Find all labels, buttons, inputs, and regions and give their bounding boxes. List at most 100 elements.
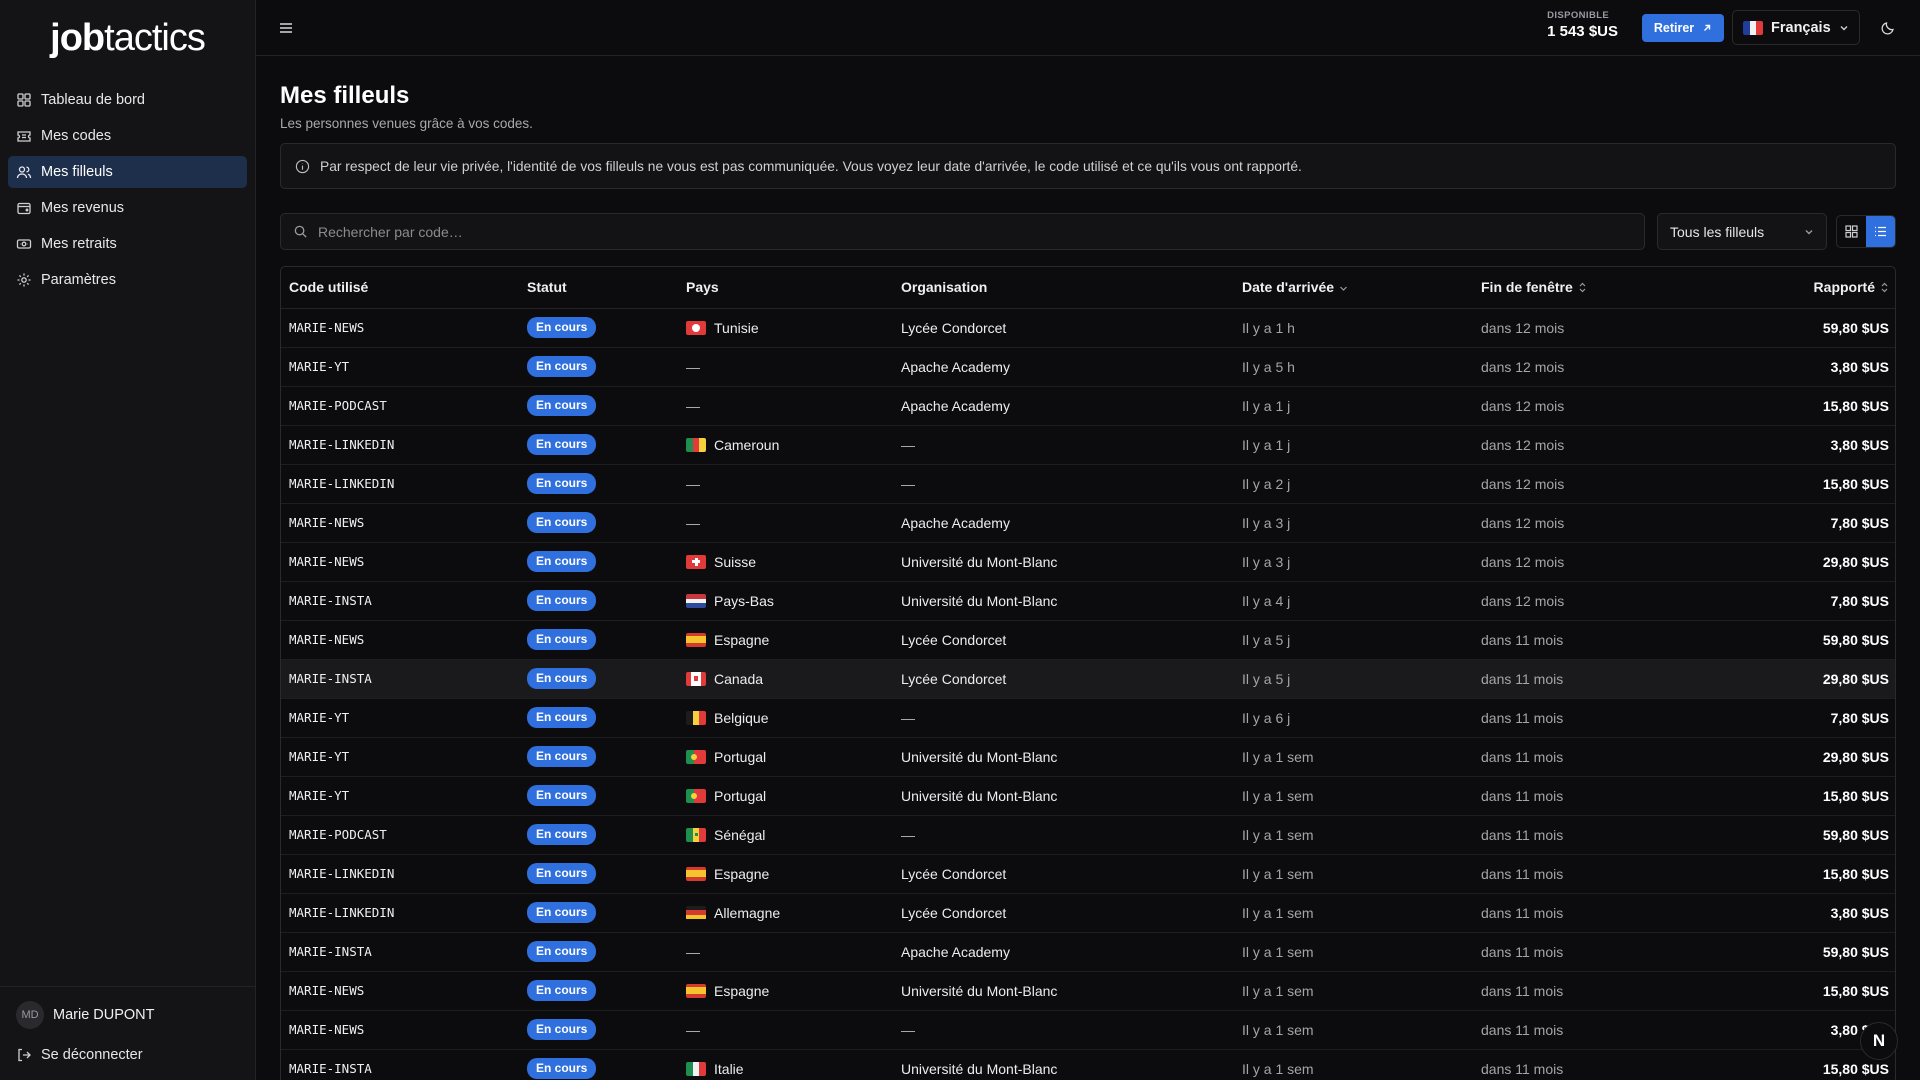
- arrival-cell: Il y a 4 j: [1234, 581, 1473, 621]
- table-row[interactable]: MARIE-LINKEDIN En cours Espagne Lycée Condo…: [281, 854, 1895, 894]
- menu-icon[interactable]: [278, 20, 294, 36]
- table-row[interactable]: MARIE-YT En cours Portugal Université du Mo…: [281, 776, 1895, 816]
- window-end-cell: dans 12 mois: [1473, 347, 1713, 387]
- code-cell: MARIE-NEWS: [281, 308, 519, 348]
- column-header-country: Pays: [678, 267, 893, 309]
- table-row[interactable]: MARIE-PODCAST En cours — Apache Academy Il y…: [281, 386, 1895, 426]
- organisation-name: Lycée Condorcet: [901, 904, 1007, 921]
- balance: DISPONIBLE 1 543 $US: [1547, 10, 1618, 40]
- table-row[interactable]: MARIE-NEWS En cours Tunisie Lycée Condorcet…: [281, 308, 1895, 348]
- referrals-table: Code utilisé Statut Pays Organisation Da…: [280, 266, 1896, 1080]
- search-input[interactable]: [318, 223, 1632, 240]
- list-view-button[interactable]: [1866, 216, 1895, 247]
- code-cell: MARIE-PODCAST: [281, 815, 519, 855]
- country-column: Portugal: [678, 737, 893, 777]
- sidebar-item-revenues[interactable]: Mes revenus: [8, 192, 247, 224]
- window-end-cell: dans 12 mois: [1473, 542, 1713, 582]
- country-name: —: [686, 1021, 700, 1038]
- country-column: Espagne: [678, 971, 893, 1011]
- table-row[interactable]: MARIE-INSTA En cours Canada Lycée Condorcet…: [281, 659, 1895, 699]
- column-header-earned[interactable]: Rapporté: [1713, 267, 1895, 309]
- arrow-up-right-icon: [1704, 24, 1711, 31]
- table-row[interactable]: MARIE-INSTA En cours — Apache Academy Il y a…: [281, 932, 1895, 972]
- assistant-button[interactable]: N: [1860, 1022, 1898, 1060]
- users-icon: [16, 166, 32, 179]
- sidebar-item-referrals[interactable]: Mes filleuls: [8, 156, 247, 188]
- country-name: Sénégal: [714, 826, 766, 843]
- table-row[interactable]: MARIE-NEWS En cours Espagne Lycée Condorcet…: [281, 620, 1895, 660]
- grid-icon: [1845, 225, 1858, 238]
- column-header-window-end[interactable]: Fin de fenêtre: [1473, 267, 1713, 309]
- country-name: Portugal: [714, 748, 767, 765]
- flag-sn-icon: [686, 827, 706, 842]
- table-row[interactable]: MARIE-YT En cours Belgique — Il y a 6 j dans …: [281, 698, 1895, 738]
- language-select[interactable]: Français: [1732, 10, 1860, 45]
- status-cell: En cours: [519, 971, 678, 1011]
- table-row[interactable]: MARIE-NEWS En cours Suisse Université du Mo…: [281, 542, 1895, 582]
- flag-ca-icon: [686, 671, 706, 686]
- wallet-icon: [17, 202, 31, 215]
- column-header-code: Code utilisé: [281, 267, 519, 309]
- country-cell: Allemagne: [686, 905, 885, 921]
- table-row[interactable]: MARIE-PODCAST En cours Sénégal — Il y a 1 se…: [281, 815, 1895, 855]
- privacy-notice-text: Par respect de leur vie privée, l'identi…: [320, 158, 1302, 174]
- table-row[interactable]: MARIE-NEWS En cours — Apache Academy Il y a …: [281, 503, 1895, 543]
- window-end-cell: dans 11 mois: [1473, 737, 1713, 777]
- earned-cell: 29,80 $US: [1713, 737, 1895, 777]
- sidebar-item-dashboard[interactable]: Tableau de bord: [8, 84, 247, 116]
- sidebar-item-withdrawals[interactable]: Mes retraits: [8, 228, 247, 260]
- table-row[interactable]: MARIE-YT En cours — Apache Academy Il y a 5 …: [281, 347, 1895, 387]
- window-end-cell: dans 11 mois: [1473, 932, 1713, 972]
- status-badge: En cours: [527, 551, 597, 572]
- moon-icon[interactable]: [1880, 20, 1896, 36]
- country-name: —: [686, 358, 700, 375]
- flag-es-icon: [686, 983, 706, 998]
- code-cell: MARIE-YT: [281, 776, 519, 816]
- sidebar-item-settings[interactable]: Paramètres: [8, 264, 247, 296]
- table-row[interactable]: MARIE-NEWS En cours Espagne Université du M…: [281, 971, 1895, 1011]
- status-cell: En cours: [519, 737, 678, 777]
- list-icon: [1875, 226, 1886, 237]
- withdraw-button[interactable]: Retirer: [1642, 14, 1724, 42]
- country-name: Belgique: [714, 709, 769, 726]
- logo[interactable]: job tactics: [0, 0, 255, 76]
- table-row[interactable]: MARIE-INSTA En cours Pays-Bas Université du…: [281, 581, 1895, 621]
- code-cell: MARIE-NEWS: [281, 620, 519, 660]
- sidebar-item-codes[interactable]: Mes codes: [8, 120, 247, 152]
- organisation-cell: Lycée Condorcet: [893, 308, 1234, 348]
- country-column: Allemagne: [678, 893, 893, 933]
- user-profile[interactable]: MD Marie DUPONT: [16, 1001, 242, 1029]
- balance-value: 1 543 $US: [1547, 23, 1618, 40]
- referral-filter-select[interactable]: Tous les filleuls: [1657, 213, 1827, 250]
- organisation-cell: Université du Mont-Blanc: [893, 737, 1234, 777]
- window-end-cell: dans 11 mois: [1473, 698, 1713, 738]
- grid-view-button[interactable]: [1837, 216, 1866, 247]
- arrival-cell: Il y a 1 j: [1234, 386, 1473, 426]
- country-column: Sénégal: [678, 815, 893, 855]
- country-name: —: [686, 475, 700, 492]
- country-name: —: [686, 943, 700, 960]
- table-row[interactable]: MARIE-NEWS En cours — — Il y a 1 sem dans 11 …: [281, 1010, 1895, 1050]
- table-row[interactable]: MARIE-YT En cours Portugal Université du Mo…: [281, 737, 1895, 777]
- column-header-arrival-date[interactable]: Date d'arrivée: [1234, 267, 1473, 309]
- table-row[interactable]: MARIE-INSTA En cours Italie Université du M…: [281, 1049, 1895, 1080]
- flag-nl-icon: [686, 593, 706, 608]
- window-end-cell: dans 11 mois: [1473, 776, 1713, 816]
- earned-cell: 3,80 $US: [1713, 425, 1895, 465]
- table-row[interactable]: MARIE-LINKEDIN En cours — — Il y a 2 j dans 1…: [281, 464, 1895, 504]
- organisation-cell: Université du Mont-Blanc: [893, 1049, 1234, 1080]
- logout-icon: [18, 1048, 31, 1062]
- earned-cell: 7,80 $US: [1713, 503, 1895, 543]
- country-name: Portugal: [714, 787, 767, 804]
- sort-icon: [1880, 280, 1889, 296]
- country-cell: Espagne: [686, 983, 885, 999]
- column-header-label: Date d'arrivée: [1242, 278, 1335, 295]
- table-row[interactable]: MARIE-LINKEDIN En cours Allemagne Lycée Con…: [281, 893, 1895, 933]
- table-row[interactable]: MARIE-LINKEDIN En cours Cameroun — Il y a 1 …: [281, 425, 1895, 465]
- flag-fr-icon: [1743, 20, 1763, 35]
- logout-button[interactable]: Se déconnecter: [16, 1043, 242, 1067]
- country-column: —: [678, 932, 893, 972]
- window-end-cell: dans 12 mois: [1473, 425, 1713, 465]
- arrival-cell: Il y a 6 j: [1234, 698, 1473, 738]
- status-badge: En cours: [527, 1058, 597, 1079]
